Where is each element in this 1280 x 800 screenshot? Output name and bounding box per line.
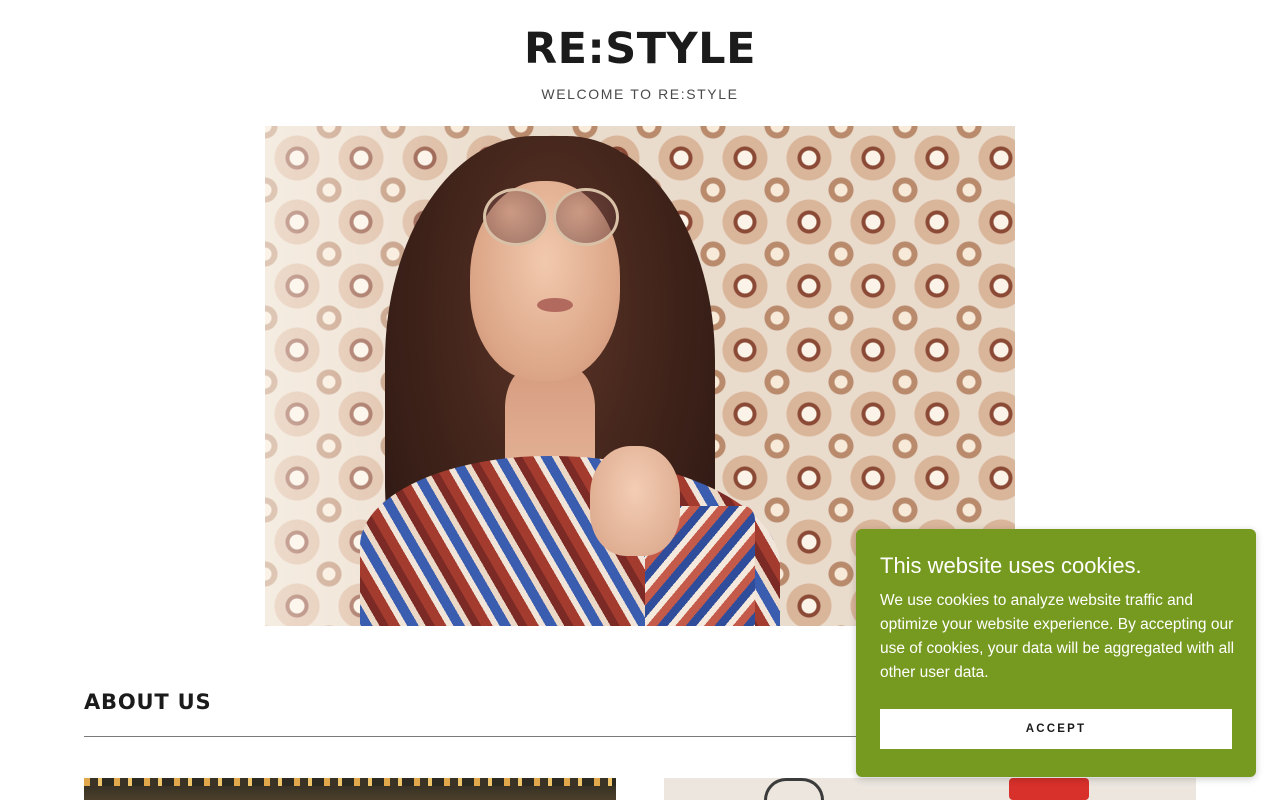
sunglasses-left-lens [483, 188, 549, 246]
cookie-banner-title: This website uses cookies. [880, 553, 1142, 578]
accept-cookies-button[interactable]: ACCEPT [880, 709, 1232, 749]
about-heading: ABOUT US [84, 690, 212, 714]
site-tagline: WELCOME TO RE:STYLE [541, 86, 739, 102]
about-image-store [84, 778, 616, 800]
model-hand [590, 446, 680, 556]
model-lips [537, 298, 573, 312]
about-image-flatlay [664, 778, 1196, 800]
bag-strap [764, 778, 824, 800]
sunglasses-right-lens [553, 188, 619, 246]
red-sneakers [1009, 778, 1089, 800]
cookie-banner: This website uses cookies. We use cookie… [856, 529, 1256, 777]
site-title: RE:STYLE [524, 24, 756, 74]
cookie-banner-text: We use cookies to analyze website traffi… [880, 592, 1235, 681]
